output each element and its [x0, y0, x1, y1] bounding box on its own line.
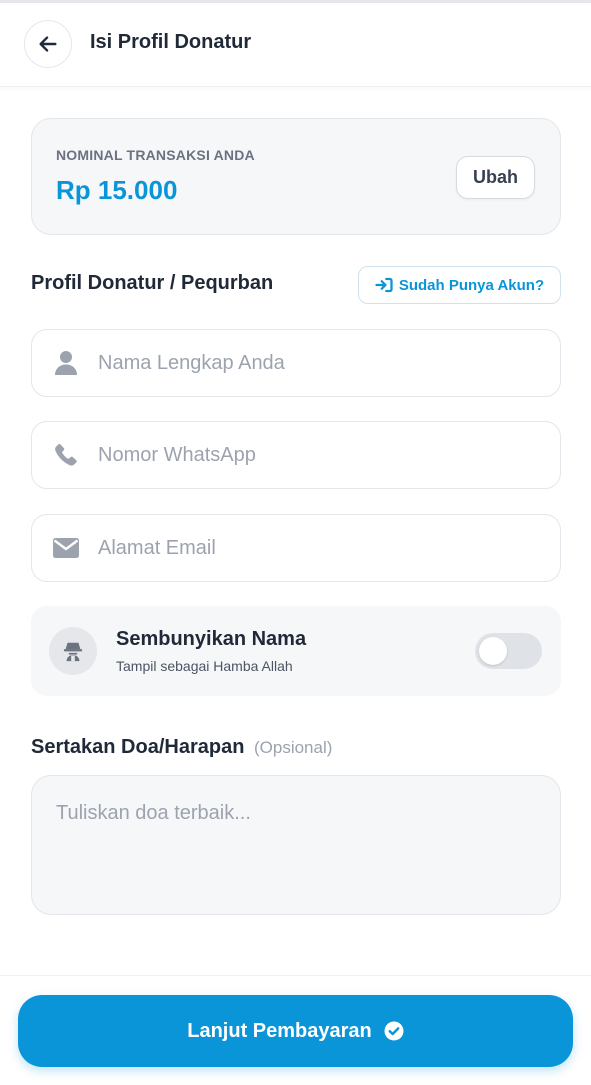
incognito-icon — [49, 627, 97, 675]
optional-label: (Opsional) — [253, 738, 333, 757]
whatsapp-input[interactable] — [98, 443, 538, 467]
existing-account-button[interactable]: Sudah Punya Akun? — [358, 266, 561, 304]
page-title: Isi Profil Donatur — [90, 31, 252, 53]
header-bar: Isi Profil Donatur — [0, 3, 591, 87]
prayer-title-text: Sertakan Doa/Harapan — [31, 736, 245, 758]
envelope-icon — [32, 538, 98, 558]
back-button[interactable] — [24, 20, 72, 68]
hide-name-subtitle: Tampil sebagai Hamba Allah — [116, 658, 293, 674]
nominal-amount: Rp 15.000 — [56, 175, 178, 205]
donor-profile-page: Isi Profil Donatur NOMINAL TRANSAKSI AND… — [0, 0, 591, 1085]
existing-account-label: Sudah Punya Akun? — [398, 276, 545, 294]
change-amount-button[interactable]: Ubah — [456, 156, 535, 199]
profile-section-title: Profil Donatur / Pequrban — [31, 272, 274, 294]
phone-icon — [32, 443, 98, 467]
full-name-input[interactable] — [98, 351, 538, 375]
email-input[interactable] — [98, 536, 538, 560]
full-name-field[interactable] — [31, 329, 561, 397]
continue-payment-label: Lanjut Pembayaran — [187, 1019, 372, 1042]
prayer-field[interactable] — [31, 775, 561, 915]
prayer-section-title: Sertakan Doa/Harapan (Opsional) — [31, 736, 332, 759]
sign-in-icon — [375, 277, 393, 293]
hide-name-toggle[interactable] — [475, 633, 542, 669]
user-icon — [32, 350, 98, 376]
check-circle-icon — [384, 1021, 404, 1041]
footer-divider — [0, 975, 591, 976]
nominal-label: NOMINAL TRANSAKSI ANDA — [56, 147, 255, 163]
nominal-card: NOMINAL TRANSAKSI ANDA Rp 15.000 Ubah — [31, 118, 561, 235]
prayer-textarea[interactable] — [32, 776, 560, 914]
email-field[interactable] — [31, 514, 561, 582]
toggle-knob — [479, 637, 507, 665]
hide-name-title: Sembunyikan Nama — [116, 628, 307, 650]
hide-name-card: Sembunyikan Nama Tampil sebagai Hamba Al… — [31, 606, 561, 696]
whatsapp-field[interactable] — [31, 421, 561, 489]
continue-payment-button[interactable]: Lanjut Pembayaran — [18, 995, 573, 1067]
arrow-left-icon — [39, 36, 57, 52]
